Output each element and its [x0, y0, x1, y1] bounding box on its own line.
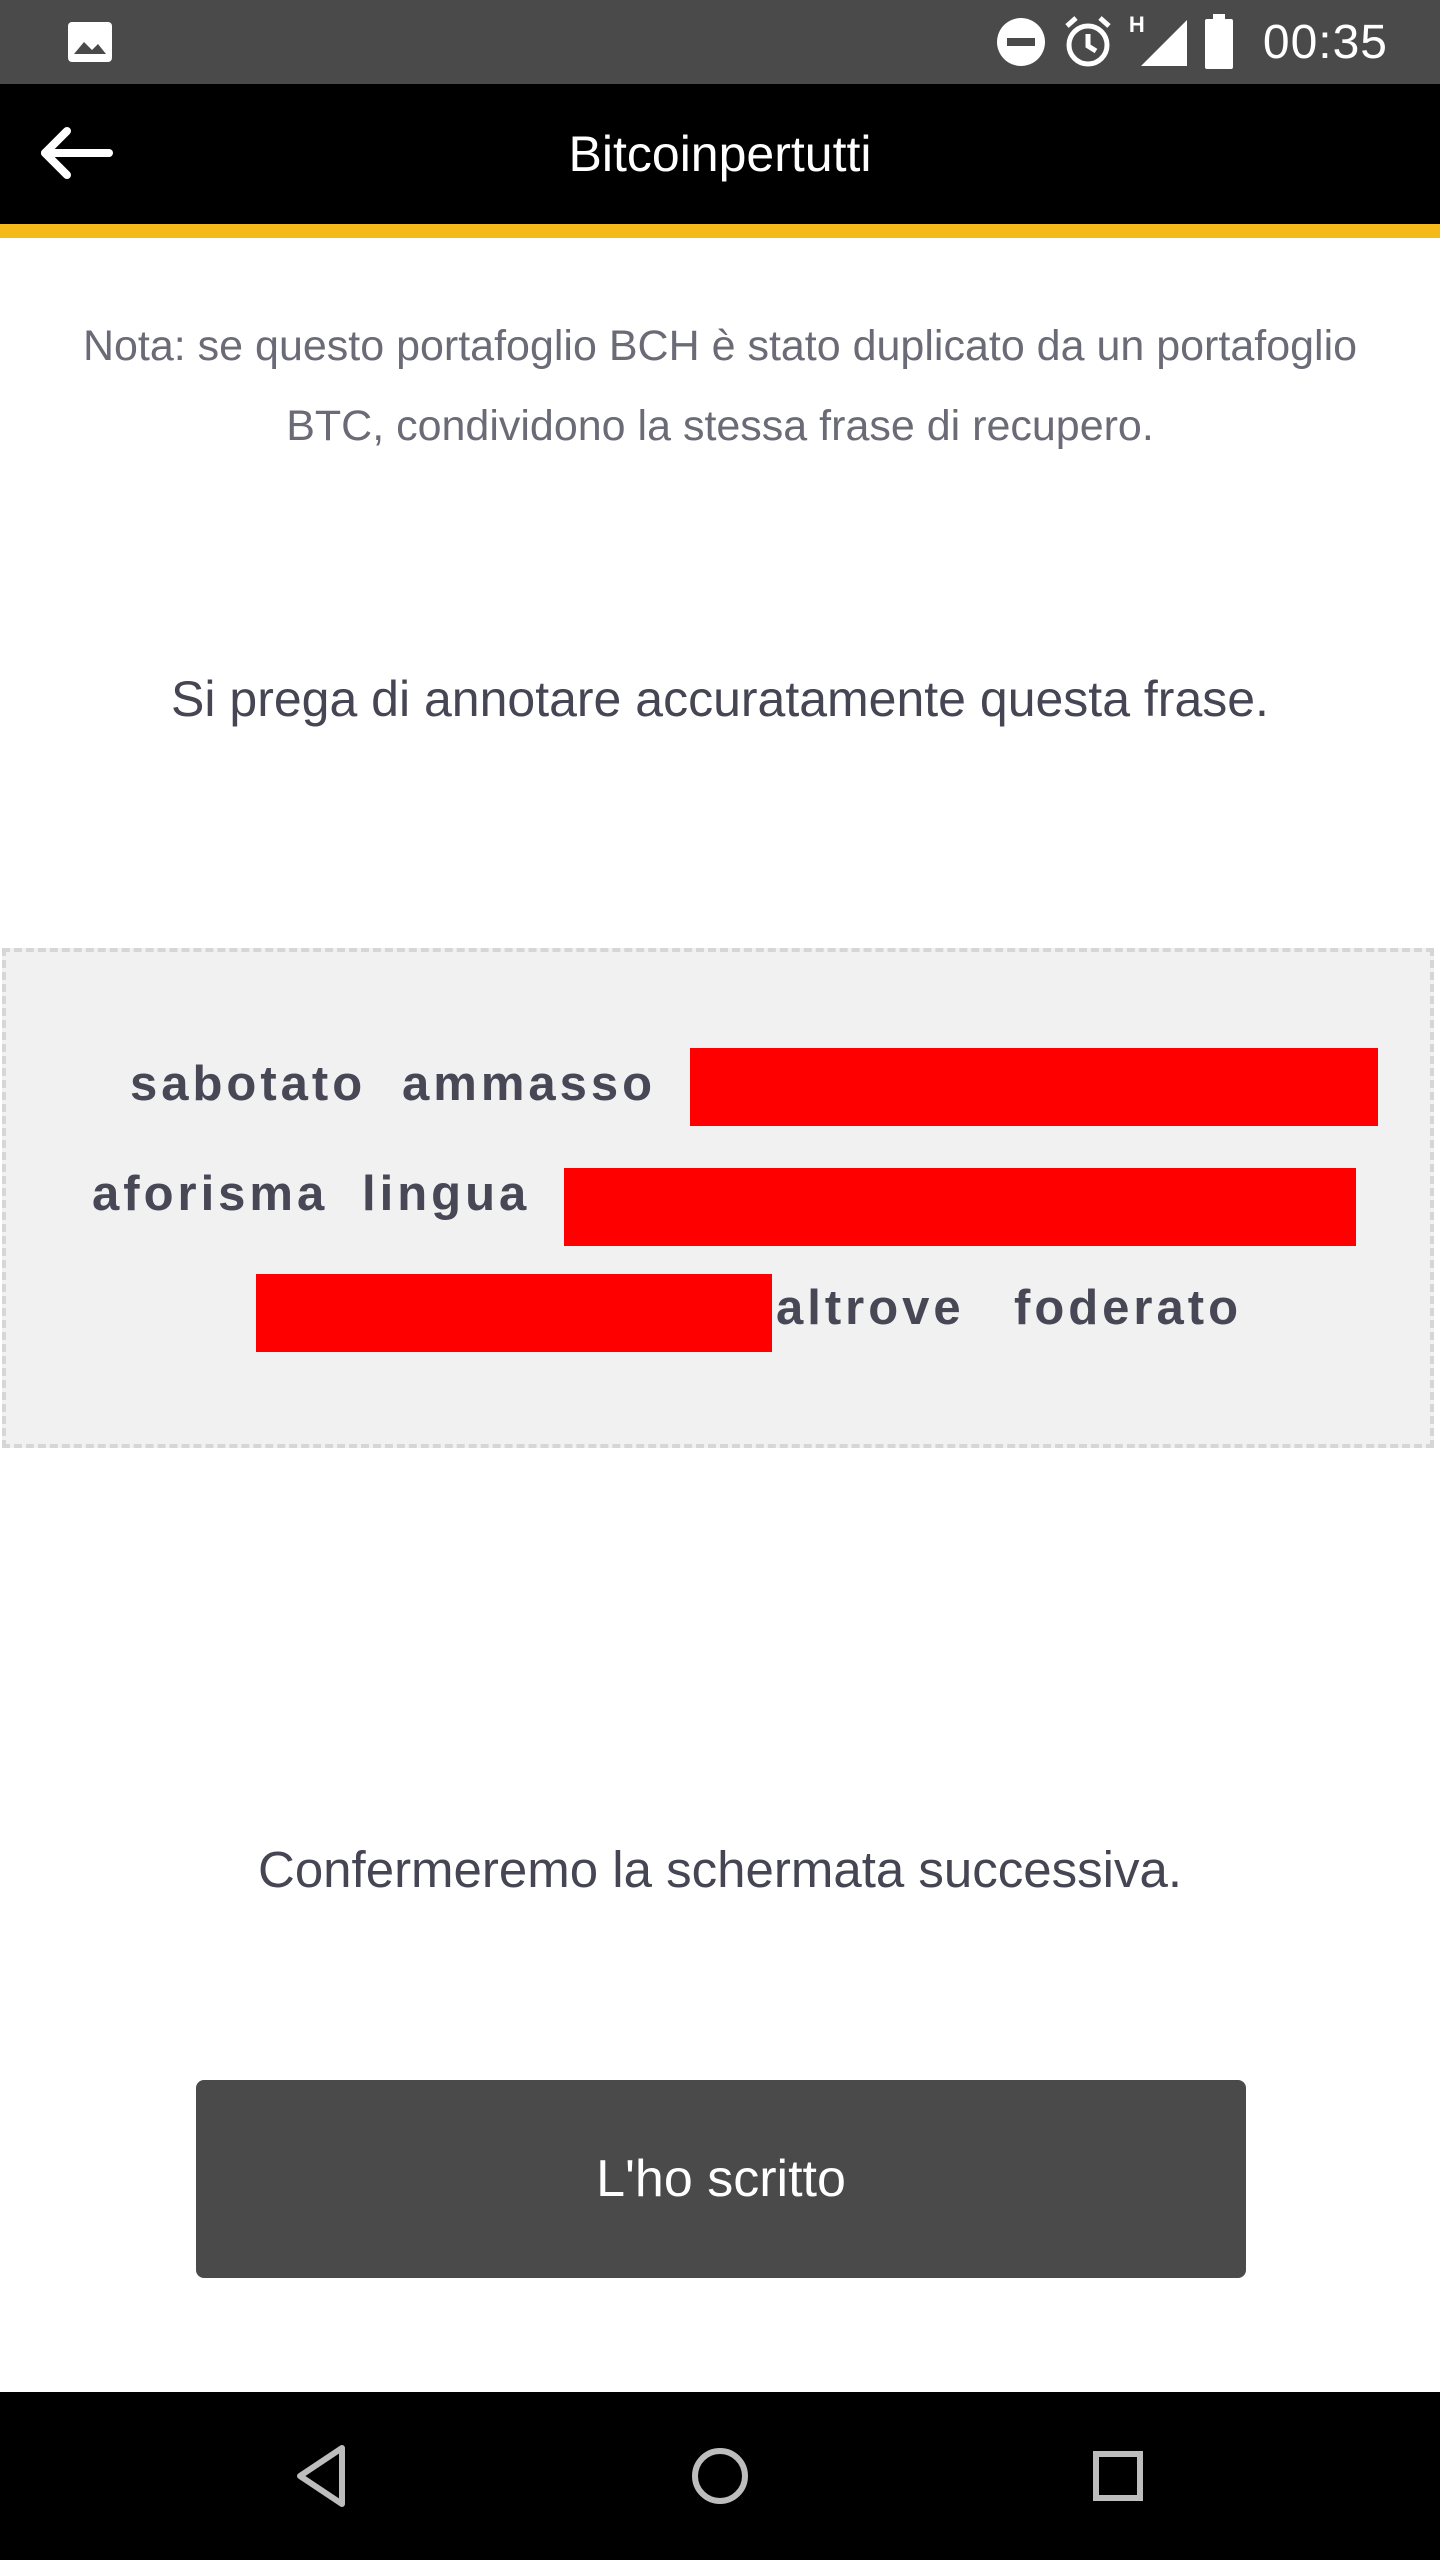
phrase-word: sabotato: [130, 1057, 367, 1111]
recents-square-icon[interactable]: [1078, 2436, 1158, 2516]
page-title: Bitcoinpertutti: [568, 126, 872, 182]
status-icons: H 00:35: [995, 0, 1388, 84]
home-circle-icon[interactable]: [680, 2436, 760, 2516]
phrase-word: altrove: [776, 1281, 965, 1335]
instruction-text: Si prega di annotare accuratamente quest…: [171, 671, 1269, 727]
phrase-word: lingua: [362, 1167, 531, 1221]
arrow-left-icon: [37, 126, 113, 184]
back-button[interactable]: [30, 113, 120, 197]
do-not-disturb-icon: [995, 16, 1047, 68]
image-icon: [66, 20, 114, 64]
status-bar: H 00:35: [0, 0, 1440, 84]
accent-divider: [0, 224, 1440, 238]
redacted-word: [256, 1274, 772, 1352]
status-time: 00:35: [1262, 15, 1388, 69]
back-triangle-icon[interactable]: [282, 2436, 362, 2516]
redacted-word: [690, 1048, 1378, 1126]
phrase-word: ammasso: [402, 1057, 657, 1111]
alarm-icon: [1061, 16, 1115, 68]
battery-icon: [1203, 14, 1235, 69]
confirm-text: Confermeremo la schermata successiva.: [257, 1841, 1182, 1898]
recovery-phrase-box: sabotato ammasso aforisma lingua altrove…: [2, 948, 1434, 1448]
phrase-word: foderato: [1014, 1281, 1242, 1335]
navigation-bar: [0, 2392, 1440, 2560]
phrase-word: aforisma: [92, 1167, 329, 1221]
note-text: Nota: se questo portafoglio BCH è stato …: [82, 322, 1358, 450]
screen: H 00:35 Bitcoinpertutti Nota: se questo …: [0, 0, 1440, 2560]
written-confirm-button[interactable]: L'ho scritto: [196, 2080, 1246, 2278]
network-type-label: H: [1128, 12, 1145, 37]
signal-icon: H: [1129, 12, 1189, 68]
redacted-word: [564, 1168, 1356, 1246]
